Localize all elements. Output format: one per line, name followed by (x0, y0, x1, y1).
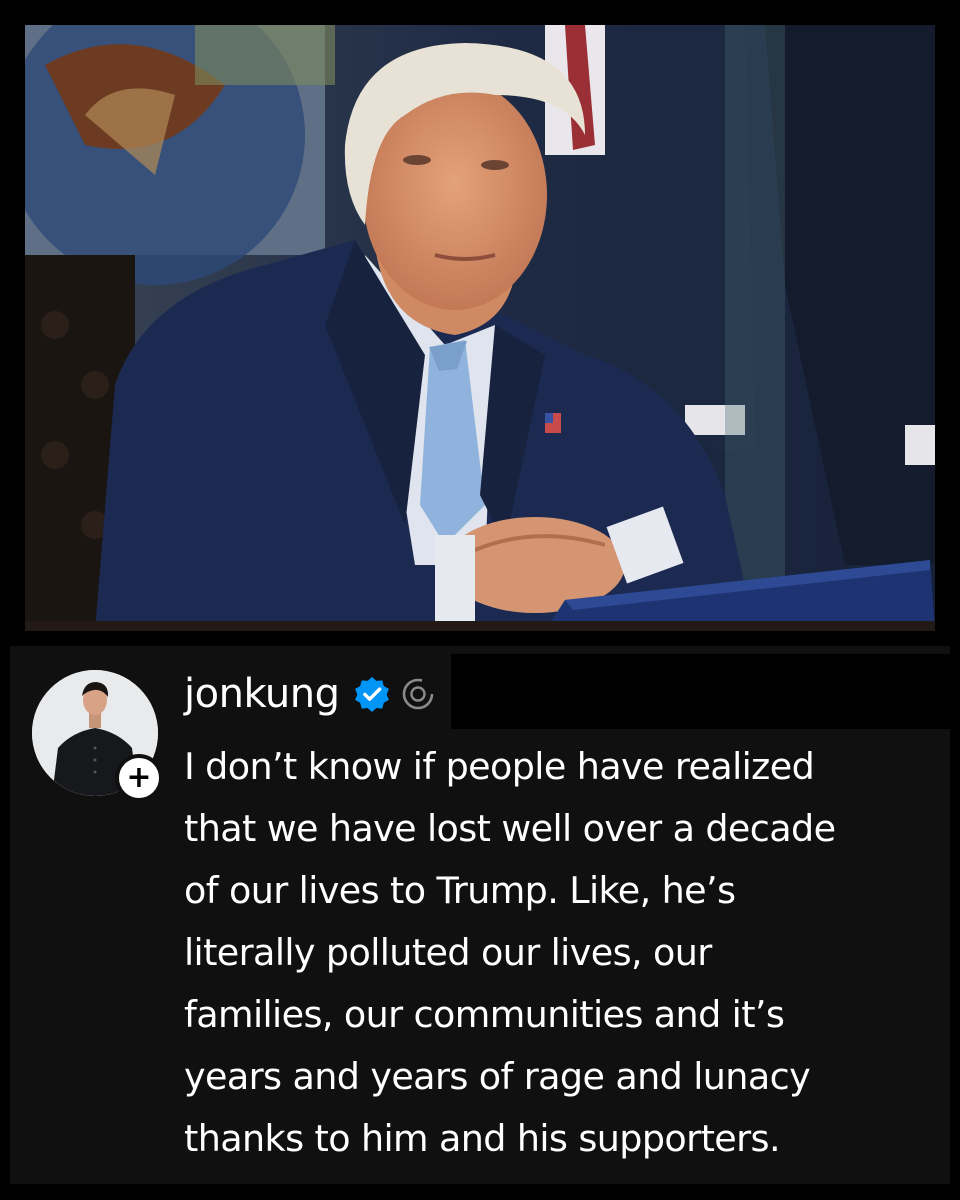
redacted-area (451, 654, 950, 729)
post-text-line: thanks to him and his supporters. (184, 1117, 781, 1160)
threads-post-card: + jonkung I don’t know if people have re… (10, 646, 950, 1184)
post-header: jonkung (184, 662, 435, 726)
post-text-line: that we have lost well over a decade (184, 807, 836, 850)
threads-logo-icon (403, 678, 434, 710)
photo-illustration (25, 25, 935, 631)
post-text-line: years and years of rage and lunacy (184, 1055, 811, 1098)
username[interactable]: jonkung (184, 671, 340, 717)
post-text-line: of our lives to Trump. Like, he’s (184, 869, 736, 912)
post-text-line: families, our communities and it’s (184, 993, 785, 1036)
verified-badge-icon (355, 676, 390, 713)
post-body: I don’t know if people have realized tha… (184, 736, 924, 1170)
post-text-line: literally polluted our lives, our (184, 931, 712, 974)
follow-plus-icon[interactable]: + (115, 754, 163, 802)
post-text-line: I don’t know if people have realized (184, 745, 815, 788)
news-photo (25, 25, 935, 631)
